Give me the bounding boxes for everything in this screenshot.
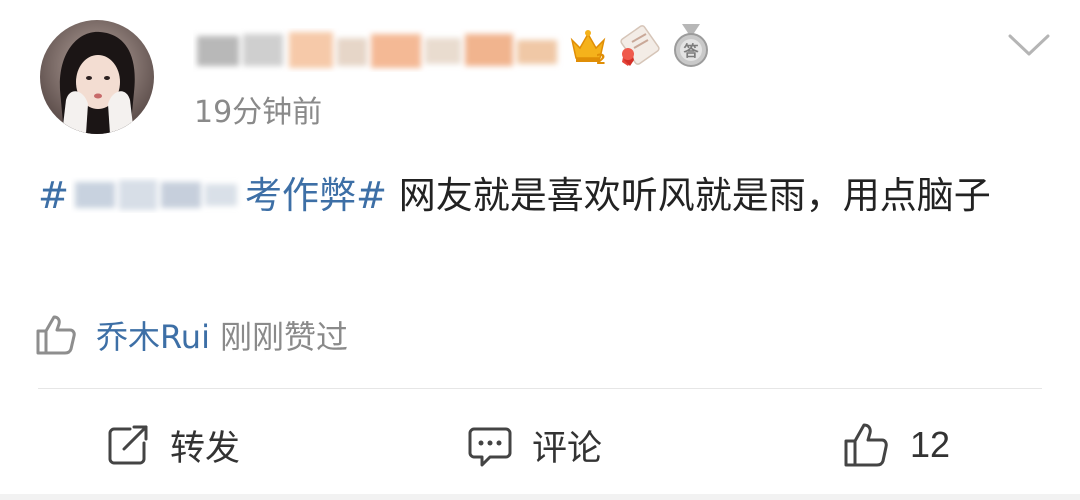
username-redacted[interactable] xyxy=(193,28,573,72)
topic-redacted xyxy=(71,172,243,212)
weibo-post-card: 2 答 19分钟前 # 考作弊# 网友就是喜欢听风就是雨，用点脑子 乔木Rui … xyxy=(0,0,1080,500)
chevron-down-icon[interactable] xyxy=(1006,30,1052,60)
liked-by-user[interactable]: 乔木Rui xyxy=(96,312,210,358)
avatar[interactable] xyxy=(40,20,154,134)
thumb-up-icon xyxy=(36,315,76,355)
divider xyxy=(38,388,1042,389)
comment-icon xyxy=(468,427,512,467)
repost-icon xyxy=(108,425,148,465)
liked-by-text: 刚刚赞过 xyxy=(219,318,348,356)
answer-medal-icon[interactable]: 答 xyxy=(670,22,712,68)
topic-hashtag[interactable]: # 考作弊# xyxy=(38,174,387,217)
like-button[interactable]: 12 xyxy=(842,420,950,470)
comment-button[interactable]: 评论 xyxy=(468,420,602,470)
repost-button[interactable]: 转发 xyxy=(106,420,240,470)
topic-suffix: 考作弊# xyxy=(245,174,388,217)
post-body-text: 网友就是喜欢听风就是雨，用点脑子 xyxy=(387,174,991,217)
certificate-icon[interactable] xyxy=(616,22,662,68)
comment-label: 评论 xyxy=(532,428,603,469)
like-count: 12 xyxy=(910,424,951,465)
liked-by-row: 乔木Rui 刚刚赞过 xyxy=(34,312,348,358)
post-time: 19分钟前 xyxy=(194,95,323,130)
crown-icon[interactable]: 2 xyxy=(566,24,610,68)
repost-label: 转发 xyxy=(170,428,241,469)
topic-prefix: # xyxy=(38,174,70,217)
thumb-up-icon xyxy=(844,423,888,467)
bottom-divider xyxy=(0,494,1080,500)
svg-text:2: 2 xyxy=(596,52,606,68)
post-body: # 考作弊# 网友就是喜欢听风就是雨，用点脑子 xyxy=(38,166,1028,225)
svg-text:答: 答 xyxy=(683,42,699,60)
